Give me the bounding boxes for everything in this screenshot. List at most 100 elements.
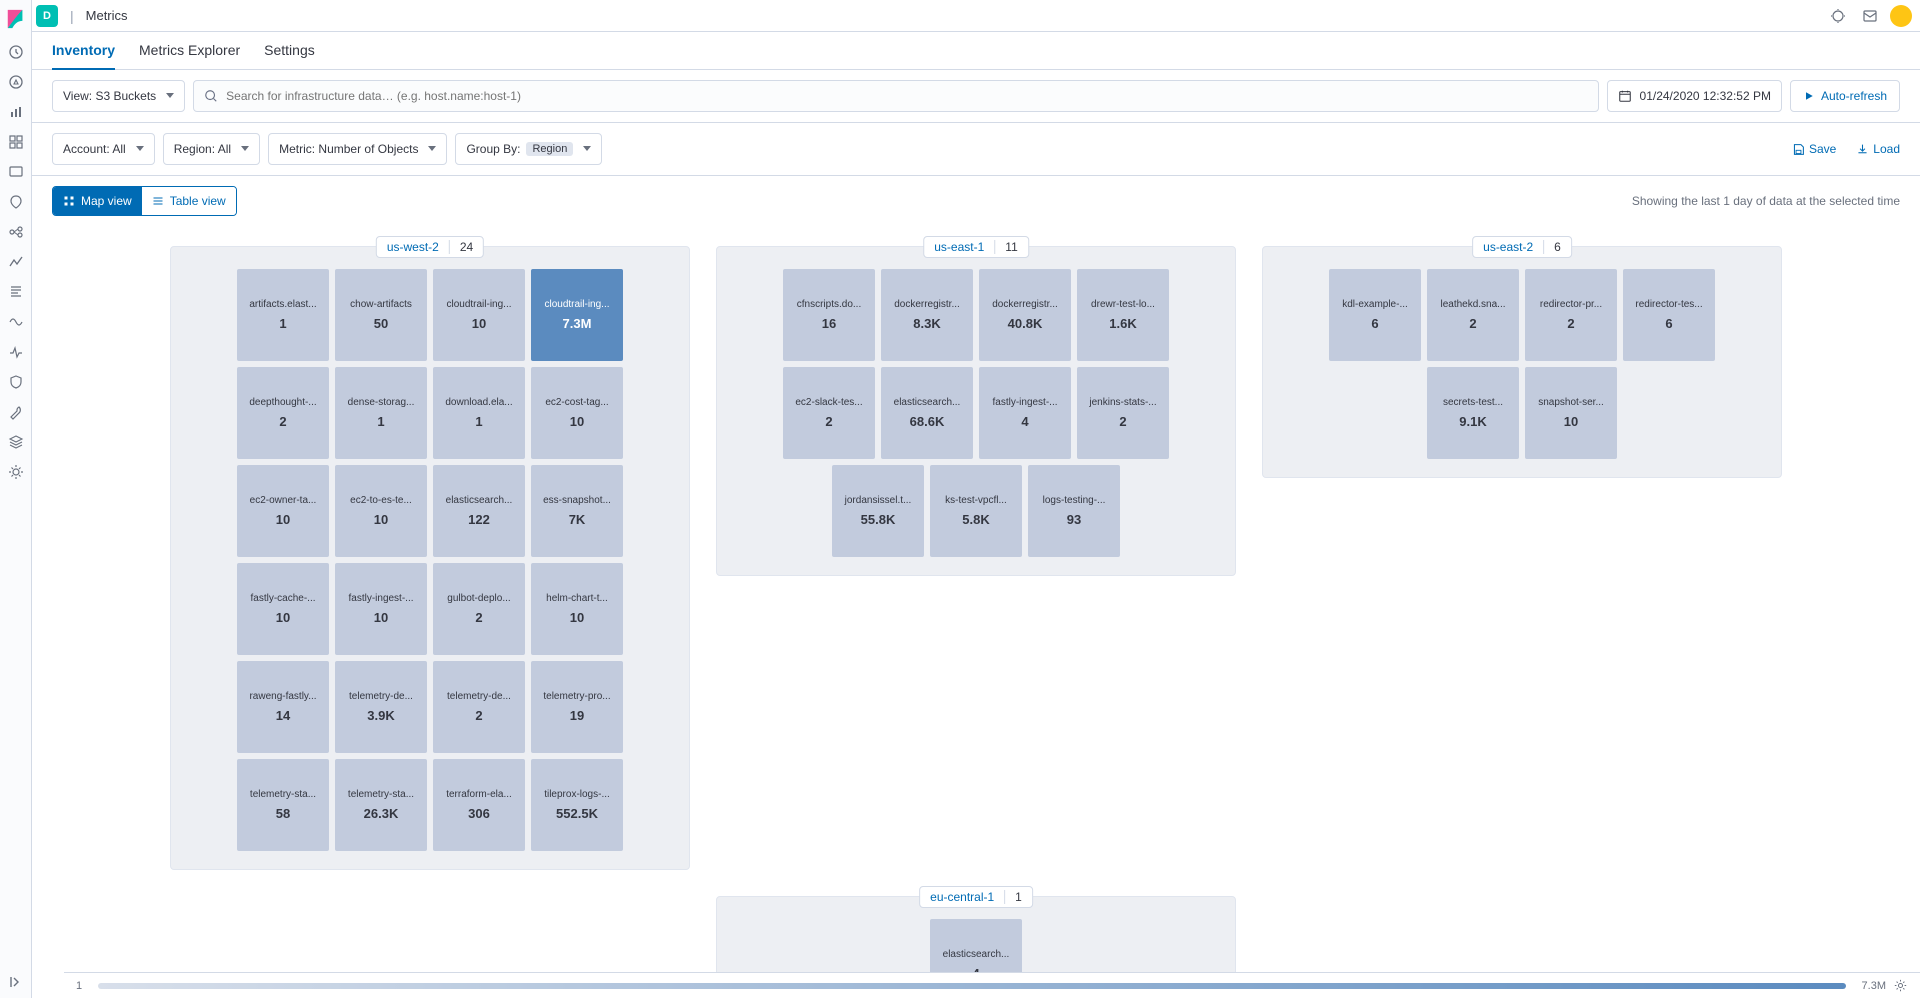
view-selector[interactable]: View: S3 Buckets — [52, 80, 185, 112]
kibana-logo-icon[interactable] — [5, 8, 27, 30]
node-label: fastly-ingest-... — [983, 397, 1067, 408]
node-value: 2 — [475, 708, 482, 723]
nav-logs-icon[interactable] — [8, 284, 24, 300]
nav-maps-icon[interactable] — [8, 194, 24, 210]
tab-settings[interactable]: Settings — [264, 42, 315, 69]
waffle-node[interactable]: telemetry-de...3.9K — [335, 661, 427, 753]
waffle-node[interactable]: ess-snapshot...7K — [531, 465, 623, 557]
nav-discover-icon[interactable] — [8, 74, 24, 90]
node-value: 10 — [374, 610, 388, 625]
node-label: chow-artifacts — [339, 299, 423, 310]
space-avatar[interactable]: D — [36, 5, 58, 27]
nav-canvas-icon[interactable] — [8, 164, 24, 180]
waffle-node[interactable]: jordansissel.t...55.8K — [832, 465, 924, 557]
nav-ml-icon[interactable] — [8, 224, 24, 240]
waffle-node[interactable]: ks-test-vpcfl...5.8K — [930, 465, 1022, 557]
waffle-node[interactable]: telemetry-pro...19 — [531, 661, 623, 753]
waffle-node[interactable]: elasticsearch...68.6K — [881, 367, 973, 459]
nav-visualize-icon[interactable] — [8, 104, 24, 120]
waffle-node[interactable]: drewr-test-lo...1.6K — [1077, 269, 1169, 361]
account-filter[interactable]: Account: All — [52, 133, 155, 165]
filter-bar: View: S3 Buckets 01/24/2020 12:32:52 PM … — [32, 70, 1920, 123]
region-count: 24 — [449, 240, 483, 254]
legend-gradient — [98, 983, 1845, 989]
node-value: 2 — [1119, 414, 1126, 429]
search-field[interactable] — [193, 80, 1598, 112]
node-label: dense-storag... — [339, 397, 423, 408]
newsfeed-icon[interactable] — [1826, 4, 1850, 28]
node-value: 552.5K — [556, 806, 598, 821]
waffle-node[interactable]: ec2-slack-tes...2 — [783, 367, 875, 459]
node-label: telemetry-de... — [339, 691, 423, 702]
waffle-node[interactable]: fastly-cache-...10 — [237, 563, 329, 655]
nav-metrics-icon[interactable] — [8, 254, 24, 270]
waffle-node[interactable]: ec2-cost-tag...10 — [531, 367, 623, 459]
groupby-filter[interactable]: Group By: Region — [455, 133, 602, 165]
table-view-button[interactable]: Table view — [142, 187, 236, 215]
waffle-node[interactable]: chow-artifacts50 — [335, 269, 427, 361]
waffle-node[interactable]: kdl-example-...6 — [1329, 269, 1421, 361]
nav-siem-icon[interactable] — [8, 374, 24, 390]
region-label[interactable]: eu-central-11 — [919, 886, 1033, 908]
waffle-node[interactable]: telemetry-sta...58 — [237, 759, 329, 851]
node-label: ec2-cost-tag... — [535, 397, 619, 408]
nav-dashboard-icon[interactable] — [8, 134, 24, 150]
legend-max: 7.3M — [1862, 980, 1886, 992]
inbox-icon[interactable] — [1858, 4, 1882, 28]
waffle-node[interactable]: fastly-ingest-...10 — [335, 563, 427, 655]
legend-settings-icon[interactable] — [1894, 979, 1908, 993]
waffle-node[interactable]: dockerregistr...40.8K — [979, 269, 1071, 361]
tab-inventory[interactable]: Inventory — [52, 42, 115, 70]
region-label[interactable]: us-east-26 — [1472, 236, 1572, 258]
waffle-node[interactable]: cfnscripts.do...16 — [783, 269, 875, 361]
save-button[interactable]: Save — [1792, 142, 1836, 156]
waffle-node[interactable]: logs-testing-...93 — [1028, 465, 1120, 557]
waffle-node[interactable]: download.ela...1 — [433, 367, 525, 459]
tab-metrics-explorer[interactable]: Metrics Explorer — [139, 42, 240, 69]
waffle-node[interactable]: raweng-fastly...14 — [237, 661, 329, 753]
waffle-node[interactable]: artifacts.elast...1 — [237, 269, 329, 361]
region-filter[interactable]: Region: All — [163, 133, 260, 165]
collapse-nav-icon[interactable] — [8, 974, 24, 990]
waffle-node[interactable]: ec2-owner-ta...10 — [237, 465, 329, 557]
node-label: snapshot-ser... — [1529, 397, 1613, 408]
waffle-node[interactable]: dense-storag...1 — [335, 367, 427, 459]
waffle-node[interactable]: secrets-test...9.1K — [1427, 367, 1519, 459]
nav-devtools-icon[interactable] — [8, 404, 24, 420]
waffle-node[interactable]: telemetry-sta...26.3K — [335, 759, 427, 851]
nav-management-icon[interactable] — [8, 464, 24, 480]
region-label[interactable]: us-west-224 — [376, 236, 484, 258]
waffle-node[interactable]: gulbot-deplo...2 — [433, 563, 525, 655]
metric-filter[interactable]: Metric: Number of Objects — [268, 133, 447, 165]
nav-stack-icon[interactable] — [8, 434, 24, 450]
waffle-node[interactable]: leathekd.sna...2 — [1427, 269, 1519, 361]
datetime-picker[interactable]: 01/24/2020 12:32:52 PM — [1607, 80, 1782, 112]
nav-recent-icon[interactable] — [8, 44, 24, 60]
waffle-node[interactable]: dockerregistr...8.3K — [881, 269, 973, 361]
waffle-node[interactable]: terraform-ela...306 — [433, 759, 525, 851]
map-view-button[interactable]: Map view — [53, 187, 142, 215]
waffle-node[interactable]: ec2-to-es-te...10 — [335, 465, 427, 557]
auto-refresh-button[interactable]: Auto-refresh — [1790, 80, 1900, 112]
nav-uptime-icon[interactable] — [8, 344, 24, 360]
search-input[interactable] — [226, 89, 1587, 103]
region-label[interactable]: us-east-111 — [923, 236, 1029, 258]
waffle-node[interactable]: helm-chart-t...10 — [531, 563, 623, 655]
groupby-badge: Region — [526, 142, 573, 156]
user-avatar[interactable] — [1890, 5, 1912, 27]
waffle-node[interactable]: fastly-ingest-...4 — [979, 367, 1071, 459]
node-label: tileprox-logs-... — [535, 789, 619, 800]
waffle-node[interactable]: jenkins-stats-...2 — [1077, 367, 1169, 459]
waffle-node[interactable]: redirector-tes...6 — [1623, 269, 1715, 361]
nav-apm-icon[interactable] — [8, 314, 24, 330]
waffle-node[interactable]: elasticsearch...122 — [433, 465, 525, 557]
waffle-node[interactable]: deepthought-...2 — [237, 367, 329, 459]
node-value: 6 — [1371, 316, 1378, 331]
waffle-node[interactable]: cloudtrail-ing...10 — [433, 269, 525, 361]
load-button[interactable]: Load — [1856, 142, 1900, 156]
waffle-node[interactable]: tileprox-logs-... 552.5K — [531, 759, 623, 851]
waffle-node[interactable]: telemetry-de...2 — [433, 661, 525, 753]
waffle-node[interactable]: redirector-pr...2 — [1525, 269, 1617, 361]
waffle-node[interactable]: snapshot-ser...10 — [1525, 367, 1617, 459]
waffle-node[interactable]: cloudtrail-ing...7.3M — [531, 269, 623, 361]
